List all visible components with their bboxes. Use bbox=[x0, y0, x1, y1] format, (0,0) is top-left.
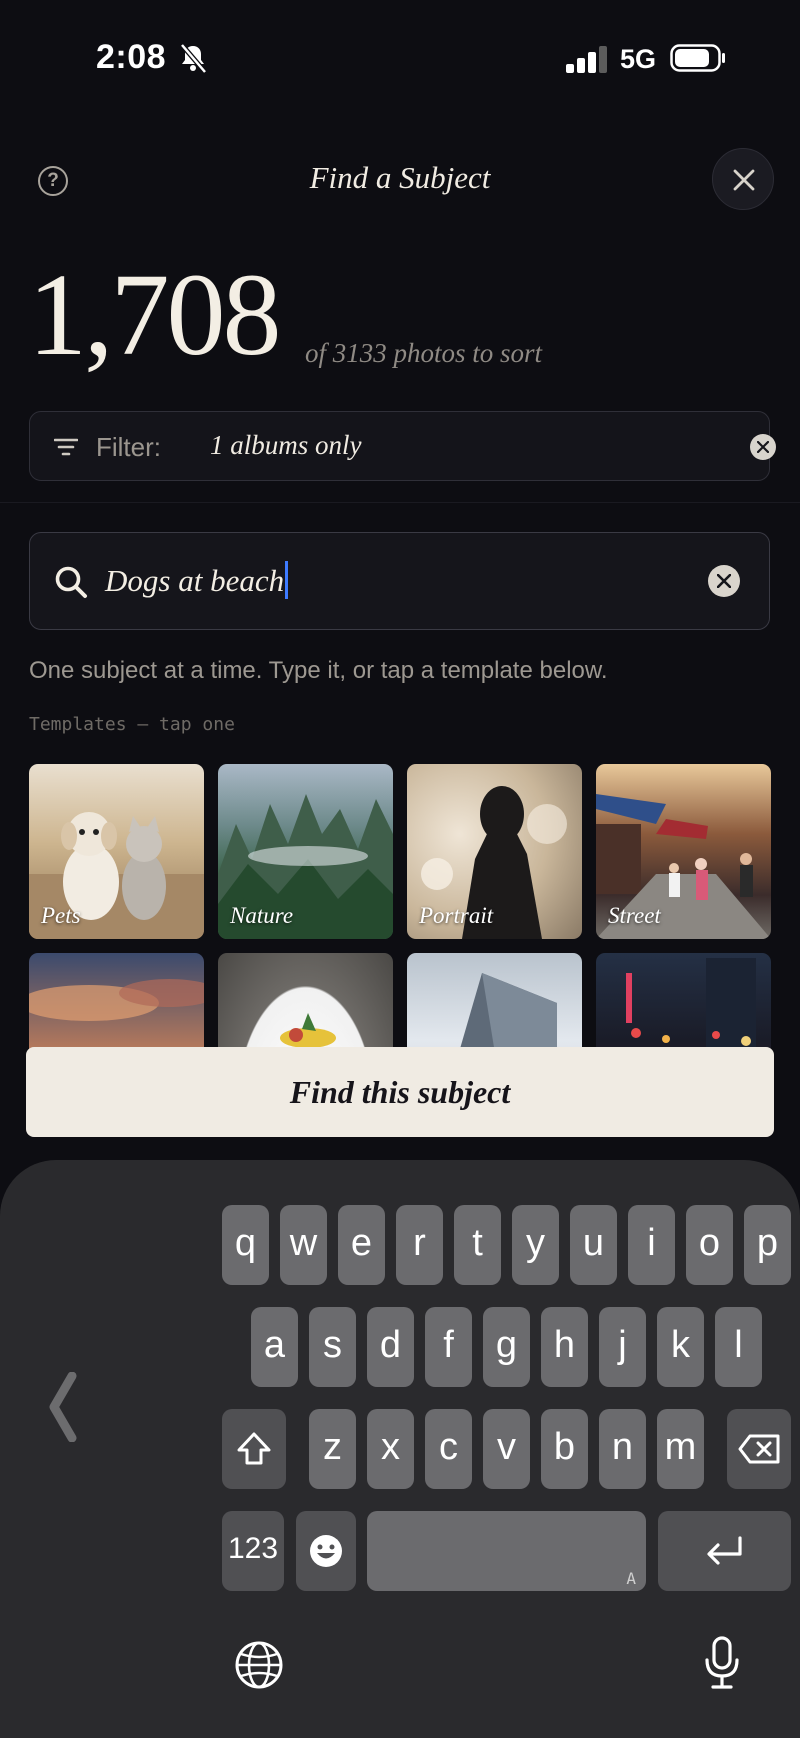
template-street[interactable]: Street bbox=[596, 764, 771, 939]
key-v[interactable]: v bbox=[483, 1409, 530, 1489]
filter-value: 1 albums only bbox=[210, 430, 362, 460]
key-t[interactable]: t bbox=[454, 1205, 501, 1285]
search-hint: One subject at a time. Type it, or tap a… bbox=[29, 657, 608, 684]
key-u[interactable]: u bbox=[570, 1205, 617, 1285]
close-icon bbox=[733, 169, 755, 191]
key-z[interactable]: z bbox=[309, 1409, 356, 1489]
template-label: Street bbox=[608, 903, 661, 928]
key-y[interactable]: y bbox=[512, 1205, 559, 1285]
key-b[interactable]: b bbox=[541, 1409, 588, 1489]
signal-icon bbox=[566, 46, 607, 73]
space-key-hint: A bbox=[626, 1569, 636, 1588]
status-bar: 2:08 5G bbox=[0, 0, 800, 120]
key-p[interactable]: p bbox=[744, 1205, 791, 1285]
key-r[interactable]: r bbox=[396, 1205, 443, 1285]
template-portrait[interactable]: Portrait bbox=[407, 764, 582, 939]
text-caret bbox=[285, 561, 289, 599]
key-o[interactable]: o bbox=[686, 1205, 733, 1285]
templates-label: Templates — tap one bbox=[29, 714, 235, 735]
return-icon bbox=[707, 1536, 742, 1565]
keyboard-collapse-icon[interactable] bbox=[48, 1372, 78, 1442]
photo-count-subtitle: of 3133 photos to sort bbox=[305, 338, 543, 368]
status-time: 2:08 bbox=[96, 38, 167, 76]
key-s[interactable]: s bbox=[309, 1307, 356, 1387]
key-g[interactable]: g bbox=[483, 1307, 530, 1387]
key-f[interactable]: f bbox=[425, 1307, 472, 1387]
search-icon bbox=[55, 566, 87, 598]
clear-icon bbox=[717, 574, 731, 588]
key-k[interactable]: k bbox=[657, 1307, 704, 1387]
filter-bar[interactable]: Filter: 1 albums only bbox=[29, 411, 776, 481]
battery-icon bbox=[670, 44, 725, 72]
globe-icon[interactable] bbox=[234, 1640, 284, 1690]
key-i[interactable]: i bbox=[628, 1205, 675, 1285]
network-type: 5G bbox=[620, 44, 657, 74]
search-value: Dogs at beach bbox=[105, 561, 289, 599]
return-key[interactable] bbox=[658, 1511, 791, 1591]
key-l[interactable]: l bbox=[715, 1307, 762, 1387]
divider bbox=[0, 502, 800, 503]
template-label: Portrait bbox=[419, 903, 494, 928]
backspace-icon bbox=[738, 1434, 780, 1464]
shift-key[interactable] bbox=[222, 1409, 286, 1489]
search-input[interactable]: Dogs at beach bbox=[29, 532, 770, 630]
key-a[interactable]: a bbox=[251, 1307, 298, 1387]
key-j[interactable]: j bbox=[599, 1307, 646, 1387]
clear-icon bbox=[757, 441, 769, 453]
close-button[interactable] bbox=[712, 148, 774, 210]
filter-icon bbox=[54, 438, 78, 456]
template-label: Pets bbox=[41, 903, 81, 928]
filter-clear-button[interactable] bbox=[750, 434, 776, 460]
key-c[interactable]: c bbox=[425, 1409, 472, 1489]
key-w[interactable]: w bbox=[280, 1205, 327, 1285]
microphone-icon[interactable] bbox=[704, 1636, 740, 1690]
emoji-key[interactable] bbox=[296, 1511, 356, 1591]
key-q[interactable]: q bbox=[222, 1205, 269, 1285]
search-clear-button[interactable] bbox=[708, 565, 740, 597]
emoji-icon bbox=[310, 1535, 342, 1567]
key-x[interactable]: x bbox=[367, 1409, 414, 1489]
find-subject-button[interactable]: Find this subject bbox=[26, 1047, 774, 1137]
filter-label: Filter: bbox=[96, 432, 161, 462]
bell-muted-icon bbox=[180, 43, 207, 74]
key-n[interactable]: n bbox=[599, 1409, 646, 1489]
numbers-key[interactable]: 123 bbox=[222, 1511, 284, 1591]
page-title: Find a Subject bbox=[309, 160, 491, 195]
key-h[interactable]: h bbox=[541, 1307, 588, 1387]
space-key[interactable]: A bbox=[367, 1511, 646, 1591]
key-m[interactable]: m bbox=[657, 1409, 704, 1489]
shift-icon bbox=[237, 1432, 271, 1465]
backspace-key[interactable] bbox=[727, 1409, 791, 1489]
key-e[interactable]: e bbox=[338, 1205, 385, 1285]
template-label: Nature bbox=[230, 903, 294, 928]
template-nature[interactable]: Nature bbox=[218, 764, 393, 939]
key-d[interactable]: d bbox=[367, 1307, 414, 1387]
photo-count: 1,708 bbox=[28, 249, 281, 380]
template-pets[interactable]: Pets bbox=[29, 764, 204, 939]
